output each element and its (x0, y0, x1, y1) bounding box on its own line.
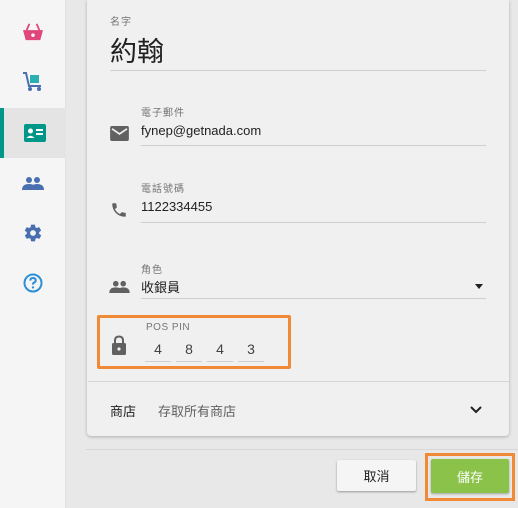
people-icon (109, 280, 130, 293)
store-label: 商店 (110, 404, 137, 419)
contact-card-icon (24, 124, 46, 142)
name-field[interactable]: 約翰 (110, 30, 164, 69)
cancel-button[interactable]: 取消 (337, 460, 416, 491)
email-underline (141, 145, 486, 146)
sidebar-item-help[interactable] (0, 258, 66, 308)
footer-divider (86, 449, 518, 450)
email-label: 電子郵件 (141, 108, 185, 119)
sidebar-item-shipping[interactable] (0, 57, 66, 107)
name-label: 名字 (110, 17, 132, 28)
gear-icon (24, 224, 42, 242)
role-label: 角色 (141, 265, 163, 276)
pin-digit-1[interactable] (145, 336, 171, 362)
cart-icon (23, 72, 41, 91)
phone-label: 電話號碼 (141, 184, 185, 195)
pin-digit-2[interactable] (176, 336, 202, 362)
save-button[interactable]: 儲存 (431, 459, 509, 493)
pin-digit-3[interactable] (207, 336, 233, 362)
sidebar (0, 0, 66, 508)
dropdown-arrow-icon (475, 284, 483, 289)
chevron-down-icon (470, 406, 482, 414)
store-access-row[interactable]: 商店 存取所有商店 (88, 382, 509, 434)
pos-pin-label: POS PIN (146, 322, 191, 333)
help-icon (23, 273, 43, 293)
pin-digit-4[interactable] (238, 336, 264, 362)
phone-field[interactable]: 1122334455 (141, 199, 212, 214)
email-icon (110, 126, 129, 141)
sidebar-item-settings[interactable] (0, 208, 66, 258)
store-value: 存取所有商店 (158, 404, 237, 419)
email-field[interactable]: fynep@getnada.com (141, 123, 261, 138)
role-underline (141, 298, 486, 299)
people-icon (22, 177, 44, 190)
basket-icon (23, 23, 43, 41)
phone-underline (141, 222, 486, 223)
sidebar-item-customers[interactable] (0, 158, 66, 208)
sidebar-item-staff[interactable] (0, 108, 66, 158)
role-selected-value: 收銀員 (141, 280, 181, 295)
role-select[interactable]: 收銀員 (141, 275, 486, 299)
phone-icon (112, 203, 126, 217)
name-underline (110, 70, 486, 71)
sidebar-item-orders[interactable] (0, 7, 66, 57)
lock-icon (112, 335, 126, 355)
